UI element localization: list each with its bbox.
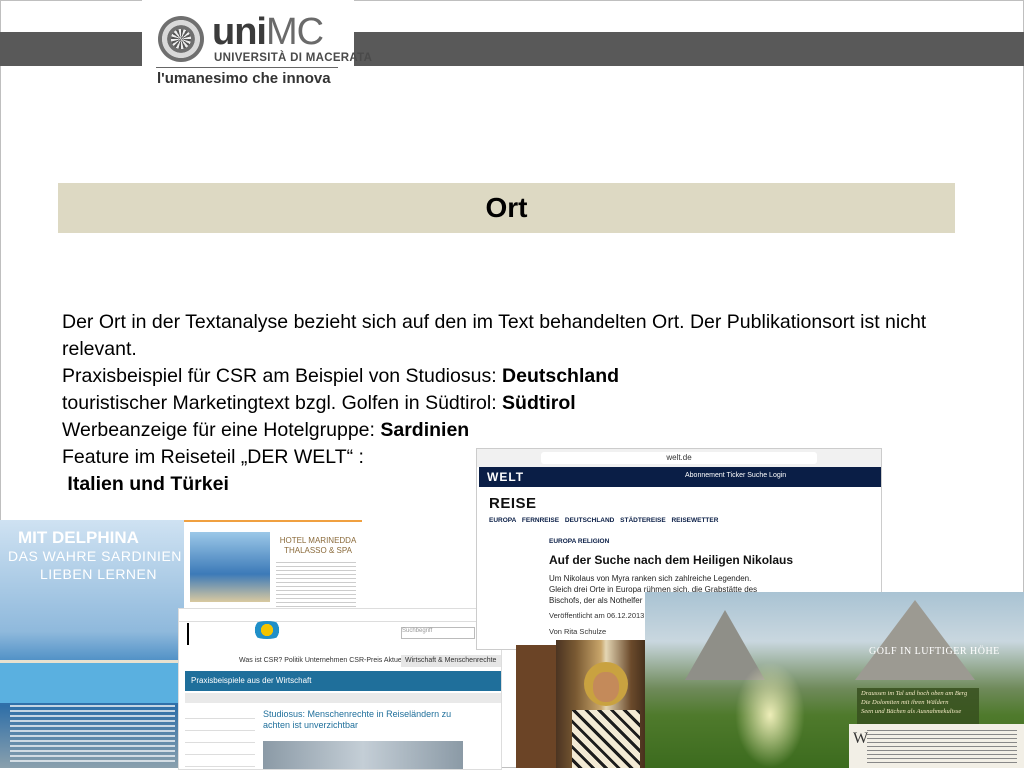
site-search-input: Suchbegriff bbox=[401, 627, 475, 639]
site-nav-active: Wirtschaft & Menschenrechte bbox=[401, 655, 501, 667]
ad-line-3: LIEBEN LERNEN bbox=[40, 566, 157, 582]
example-place: Sardinien bbox=[380, 419, 470, 441]
saint-nicholas-icon-image bbox=[556, 640, 656, 768]
university-logo-word: uniMC bbox=[212, 11, 324, 54]
browser-url: welt.de bbox=[541, 452, 817, 464]
site-topbar bbox=[179, 609, 501, 622]
example-place: Deutschland bbox=[502, 365, 620, 387]
face-graphic bbox=[593, 672, 619, 702]
article-photo bbox=[263, 741, 463, 769]
magazine-text-page: W bbox=[849, 724, 1024, 768]
hotel-ad-image: HOTEL MARINEDDA THALASSO & SPA bbox=[184, 520, 362, 617]
hotel-name: HOTEL MARINEDDA THALASSO & SPA bbox=[279, 536, 357, 555]
pool-graphic bbox=[0, 660, 184, 703]
example-line: touristischer Marketingtext bzgl. Golfen… bbox=[62, 392, 576, 414]
mountain-graphic bbox=[855, 600, 975, 680]
intro-paragraph: Der Ort in der Textanalyse bezieht sich … bbox=[62, 311, 927, 360]
welt-headline: Auf der Suche nach dem Heiligen Nikolaus bbox=[549, 553, 794, 567]
site-nav: Was ist CSR? Politik Unternehmen CSR-Pre… bbox=[239, 657, 413, 664]
ad-body-text bbox=[10, 705, 175, 765]
article-headline: Studiosus: Menschenrechte in Reiseländer… bbox=[263, 709, 452, 730]
robe-graphic bbox=[572, 710, 640, 768]
light-glow bbox=[735, 662, 805, 768]
magazine-caption-box: Draussen im Tal und hoch oben am Berg Di… bbox=[857, 688, 979, 724]
golf-magazine-image: GOLF IN LUFTIGER HÖHE Draussen im Tal un… bbox=[645, 592, 1024, 768]
welt-tags: EUROPA RELIGION bbox=[549, 538, 610, 545]
ministry-logo-icon bbox=[187, 623, 233, 645]
slide-title: Ort bbox=[485, 192, 528, 223]
section-bar: Praxisbeispiele aus der Wirtschaft bbox=[185, 671, 501, 691]
side-menu bbox=[185, 707, 255, 769]
hotel-text bbox=[276, 562, 356, 612]
example-place: Italien und Türkei bbox=[67, 473, 229, 495]
welt-logo: WELT bbox=[487, 470, 525, 484]
ad-line-1: MIT DELPHINA bbox=[18, 528, 139, 547]
drop-cap: W bbox=[853, 730, 869, 747]
logo-word-accent: MC bbox=[265, 11, 324, 53]
example-line: Werbeanzeige für eine Hotelgruppe: Sardi… bbox=[62, 419, 470, 441]
sardinia-ad-image: MIT DELPHINA DAS WAHRE SARDINIEN LIEBEN … bbox=[0, 520, 184, 768]
welt-header: WELT Abonnement Ticker Suche Login bbox=[479, 467, 881, 487]
breadcrumb bbox=[185, 693, 501, 703]
slide-title-bar: Ort bbox=[58, 183, 955, 233]
university-seal-icon bbox=[158, 16, 204, 62]
logo-word-main: uni bbox=[212, 11, 267, 53]
browser-chrome: welt.de bbox=[477, 449, 881, 467]
ad-line-2: DAS WAHRE SARDINIEN bbox=[8, 548, 182, 564]
university-name: UNIVERSITÀ DI MACERATA bbox=[214, 52, 373, 64]
welt-categories: EUROPA FERNREISE DEUTSCHLAND STÄDTEREISE… bbox=[489, 517, 719, 524]
hotel-photo bbox=[190, 532, 270, 602]
welt-section-title: REISE bbox=[489, 495, 537, 512]
csr-logo-icon bbox=[249, 621, 285, 639]
magazine-body-text bbox=[867, 730, 1017, 766]
example-place: Südtirol bbox=[502, 392, 576, 414]
logo-divider bbox=[156, 67, 338, 68]
header-band-left bbox=[0, 32, 142, 66]
header-band-right bbox=[354, 32, 1024, 66]
example-line: Praxisbeispiel für CSR am Beispiel von S… bbox=[62, 365, 620, 387]
fresco-edge-image bbox=[516, 645, 558, 768]
magazine-heading: GOLF IN LUFTIGER HÖHE bbox=[869, 646, 1000, 657]
csr-website-screenshot: Suchbegriff Was ist CSR? Politik Unterne… bbox=[178, 608, 502, 770]
welt-header-links: Abonnement Ticker Suche Login bbox=[685, 472, 787, 479]
university-motto: l'umanesimo che innova bbox=[157, 70, 331, 87]
welt-author: Von Rita Schulze bbox=[549, 627, 607, 636]
